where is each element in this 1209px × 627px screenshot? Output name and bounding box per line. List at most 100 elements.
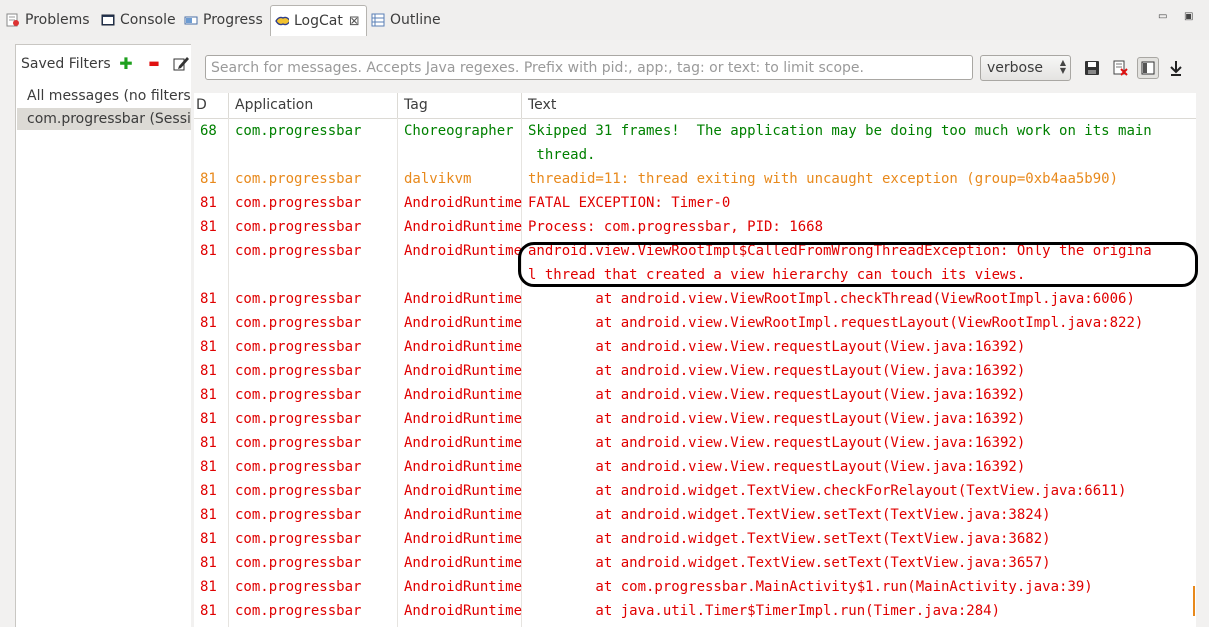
message-line: at android.view.View.requestLayout(View.… — [528, 363, 1026, 379]
table-row[interactable]: 81 com.progressbar AndroidRuntime FATAL EXC… — [194, 191, 1196, 215]
table-row[interactable]: 81 com.progressbar AndroidRuntime at andro… — [194, 551, 1196, 575]
table-row[interactable]: 81 com.progressbar AndroidRuntime at andro… — [194, 431, 1196, 455]
tab-problems[interactable]: Problems — [6, 6, 90, 34]
saved-filters-pane: Saved Filters ✚ ▬ All messages (no filte… — [15, 44, 191, 627]
application-cell: com.progressbar — [235, 507, 362, 523]
column-header-text[interactable]: Text — [522, 93, 1196, 118]
column-header-tag[interactable]: Tag — [398, 93, 522, 118]
console-icon — [101, 13, 115, 27]
message-line: thread. — [528, 147, 596, 163]
message-line: at android.view.ViewRootImpl.checkThread… — [528, 291, 1135, 307]
table-row[interactable]: 81 com.progressbar AndroidRuntime at andro… — [194, 311, 1196, 335]
tag-cell: AndroidRuntime — [404, 459, 522, 475]
log-level-value: verbose — [987, 60, 1044, 76]
tag-cell: AndroidRuntime — [404, 387, 522, 403]
message-line: at android.widget.TextView.setText(TextV… — [528, 507, 1051, 523]
message-cell: at android.widget.TextView.setText(TextV… — [522, 551, 1196, 575]
eclipse-logcat-window: Problems Console Progress LogCat ⊠ Outli… — [0, 0, 1209, 627]
progress-icon — [184, 13, 198, 27]
edit-filter-icon[interactable] — [172, 54, 190, 72]
tab-label: Progress — [203, 12, 263, 28]
table-header: D Application Tag Text — [194, 93, 1196, 119]
table-row[interactable]: 81 com.progressbar AndroidRuntime at andro… — [194, 455, 1196, 479]
remove-filter-icon[interactable]: ▬ — [145, 54, 163, 72]
message-line: at com.progressbar.MainActivity$1.run(Ma… — [528, 579, 1093, 595]
pid-cell: 81 — [200, 171, 217, 187]
tag-cell: AndroidRuntime — [404, 339, 522, 355]
application-cell: com.progressbar — [235, 339, 362, 355]
message-line: FATAL EXCEPTION: Timer-0 — [528, 195, 731, 211]
message-cell: FATAL EXCEPTION: Timer-0 — [522, 191, 1196, 215]
message-line: at android.view.View.requestLayout(View.… — [528, 435, 1026, 451]
table-row[interactable]: 81 com.progressbar AndroidRuntime at com.p… — [194, 575, 1196, 599]
filter-item-all-messages[interactable]: All messages (no filters) — [17, 85, 191, 107]
message-cell: at android.view.View.requestLayout(View.… — [522, 383, 1196, 407]
table-row[interactable]: 81 com.progressbar AndroidRuntime at andro… — [194, 383, 1196, 407]
pid-cell: 81 — [200, 363, 217, 379]
tab-console[interactable]: Console — [101, 6, 176, 34]
message-line: at android.view.View.requestLayout(View.… — [528, 459, 1026, 475]
message-cell: at android.view.View.requestLayout(View.… — [522, 335, 1196, 359]
tab-label: LogCat — [294, 13, 343, 29]
pid-cell: 81 — [200, 291, 217, 307]
logcat-table[interactable]: D Application Tag Text 68 com.progressbar… — [194, 93, 1196, 627]
column-header-application[interactable]: Application — [229, 93, 398, 118]
application-cell: com.progressbar — [235, 171, 362, 187]
column-header-pid[interactable]: D — [194, 93, 229, 118]
tag-cell: AndroidRuntime — [404, 531, 522, 547]
table-row[interactable]: 68 com.progressbar Choreographer Skipped 31… — [194, 119, 1196, 167]
table-row[interactable]: 81 com.progressbar AndroidRuntime at andro… — [194, 479, 1196, 503]
toggle-filters-pane-icon[interactable] — [1137, 57, 1159, 79]
message-line: at android.view.View.requestLayout(View.… — [528, 339, 1026, 355]
tag-cell: AndroidRuntime — [404, 411, 522, 427]
table-row[interactable]: 81 com.progressbar AndroidRuntime android.v… — [194, 239, 1196, 287]
tag-cell: AndroidRuntime — [404, 243, 522, 259]
search-input[interactable] — [205, 55, 973, 80]
close-icon[interactable]: ⊠ — [349, 14, 360, 29]
filter-item-com-progressbar[interactable]: com.progressbar (Session Filter) — [17, 108, 191, 130]
message-cell: at android.widget.TextView.setText(TextV… — [522, 503, 1196, 527]
application-cell: com.progressbar — [235, 579, 362, 595]
application-cell: com.progressbar — [235, 387, 362, 403]
pid-cell: 68 — [200, 123, 217, 139]
message-line: at android.view.View.requestLayout(View.… — [528, 387, 1026, 403]
table-row[interactable]: 81 com.progressbar AndroidRuntime at andro… — [194, 503, 1196, 527]
application-cell: com.progressbar — [235, 435, 362, 451]
table-row[interactable]: 81 com.progressbar dalvikvm threadid=11: th… — [194, 167, 1196, 191]
message-cell: at android.view.View.requestLayout(View.… — [522, 455, 1196, 479]
table-row[interactable]: 81 com.progressbar AndroidRuntime at andro… — [194, 359, 1196, 383]
pid-cell: 81 — [200, 411, 217, 427]
add-filter-icon[interactable]: ✚ — [117, 54, 135, 73]
minimize-icon[interactable]: ▭ — [1158, 11, 1167, 23]
scroll-lock-icon[interactable] — [1165, 57, 1187, 79]
tab-label: Outline — [390, 12, 441, 28]
tab-progress[interactable]: Progress — [184, 6, 263, 34]
table-row[interactable]: 81 com.progressbar AndroidRuntime at andro… — [194, 527, 1196, 551]
table-row[interactable]: 81 com.progressbar AndroidRuntime at andro… — [194, 407, 1196, 431]
pid-cell: 81 — [200, 579, 217, 595]
spinner-arrows-icon: ▲ ▼ — [1059, 58, 1066, 75]
table-row[interactable]: 81 com.progressbar AndroidRuntime Process: … — [194, 215, 1196, 239]
table-row[interactable]: 81 com.progressbar AndroidRuntime at java.… — [194, 599, 1196, 623]
table-row[interactable]: 81 com.progressbar AndroidRuntime at andro… — [194, 287, 1196, 311]
save-icon[interactable] — [1081, 57, 1103, 79]
application-cell: com.progressbar — [235, 483, 362, 499]
message-cell: at com.progressbar.MainActivity$1.run(Ma… — [522, 575, 1196, 599]
application-cell: com.progressbar — [235, 459, 362, 475]
message-cell: at android.view.View.requestLayout(View.… — [522, 359, 1196, 383]
table-row[interactable]: 81 com.progressbar AndroidRuntime at andro… — [194, 335, 1196, 359]
tab-logcat[interactable]: LogCat ⊠ — [270, 5, 367, 36]
tab-outline[interactable]: Outline — [371, 6, 441, 34]
message-cell: at android.widget.TextView.setText(TextV… — [522, 527, 1196, 551]
pid-cell: 81 — [200, 315, 217, 331]
application-cell: com.progressbar — [235, 219, 362, 235]
log-level-select[interactable]: verbose ▲ ▼ — [980, 55, 1071, 81]
application-cell: com.progressbar — [235, 243, 362, 259]
clear-log-icon[interactable] — [1109, 57, 1131, 79]
message-cell: at java.util.Timer$TimerImpl.run(Timer.j… — [522, 599, 1196, 623]
pid-cell: 81 — [200, 387, 217, 403]
application-cell: com.progressbar — [235, 315, 362, 331]
message-line: threadid=11: thread exiting with uncaugh… — [528, 171, 1119, 187]
application-cell: com.progressbar — [235, 291, 362, 307]
maximize-icon[interactable]: ▣ — [1184, 11, 1193, 23]
